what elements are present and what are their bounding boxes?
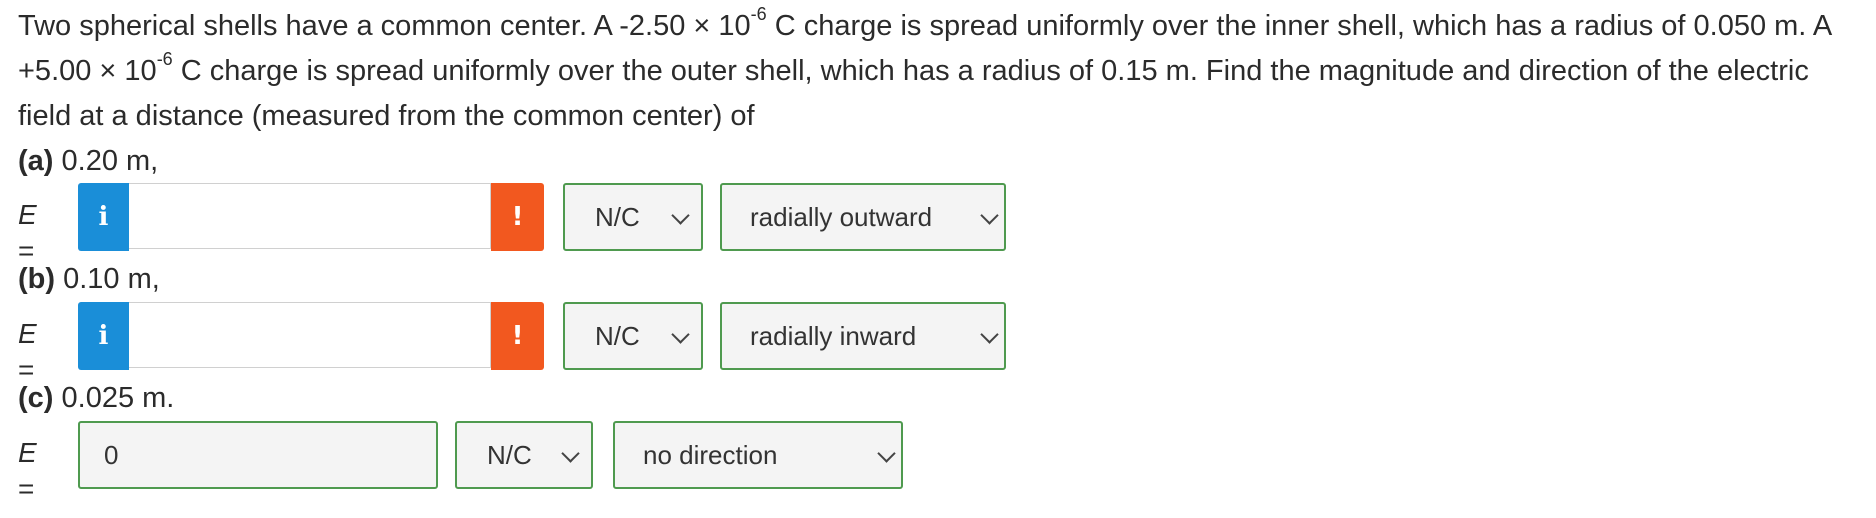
part-a-label: (a) 0.20 m, bbox=[18, 141, 158, 181]
part-b-tag: (b) bbox=[18, 263, 56, 295]
part-c-tag: (c) bbox=[18, 382, 54, 414]
part-c-direction-value: no direction bbox=[643, 440, 778, 470]
part-c-unit-value: N/C bbox=[487, 440, 532, 470]
part-c-label: (c) 0.025 m. bbox=[18, 378, 174, 418]
chevron-down-icon bbox=[561, 444, 580, 463]
part-b-direction-select[interactable]: radially inward bbox=[720, 302, 1006, 370]
part-a-direction-select[interactable]: radially outward bbox=[720, 183, 1006, 251]
part-a-direction-value: radially outward bbox=[750, 202, 933, 232]
chevron-down-icon bbox=[671, 325, 690, 344]
problem-text-1: Two spherical shells have a common cente… bbox=[18, 10, 751, 42]
info-icon[interactable]: i bbox=[78, 302, 129, 370]
part-a-unit-value: N/C bbox=[595, 202, 640, 232]
part-a-text: 0.20 m, bbox=[53, 145, 159, 177]
part-b-direction-value: radially inward bbox=[750, 321, 917, 351]
chevron-down-icon bbox=[980, 325, 999, 344]
chevron-down-icon bbox=[671, 206, 690, 225]
part-c-direction-select[interactable]: no direction bbox=[613, 421, 903, 489]
info-icon[interactable]: i bbox=[78, 183, 129, 251]
part-c-text: 0.025 m. bbox=[53, 382, 175, 414]
part-b-magnitude-input[interactable] bbox=[129, 302, 491, 368]
part-b-label: (b) 0.10 m, bbox=[18, 259, 160, 299]
part-c-unit-select[interactable]: N/C bbox=[455, 421, 593, 489]
part-b-unit-select[interactable]: N/C bbox=[563, 302, 703, 370]
problem-text-3: C charge is spread uniformly over the ou… bbox=[18, 55, 1809, 132]
part-a-unit-select[interactable]: N/C bbox=[563, 183, 703, 251]
part-a-magnitude-input[interactable] bbox=[129, 183, 491, 249]
warning-icon[interactable]: ! bbox=[491, 302, 544, 370]
problem-statement: Two spherical shells have a common cente… bbox=[18, 4, 1858, 139]
exponent-1: -6 bbox=[750, 4, 767, 25]
chevron-down-icon bbox=[980, 206, 999, 225]
chevron-down-icon bbox=[877, 444, 896, 463]
exponent-2: -6 bbox=[156, 49, 173, 70]
warning-icon[interactable]: ! bbox=[491, 183, 544, 251]
part-b-text: 0.10 m, bbox=[55, 263, 160, 295]
part-b-unit-value: N/C bbox=[595, 321, 640, 351]
part-c-magnitude-field[interactable]: 0 bbox=[78, 421, 438, 489]
part-a-tag: (a) bbox=[18, 145, 54, 177]
part-c-e-label: E = bbox=[18, 437, 37, 504]
